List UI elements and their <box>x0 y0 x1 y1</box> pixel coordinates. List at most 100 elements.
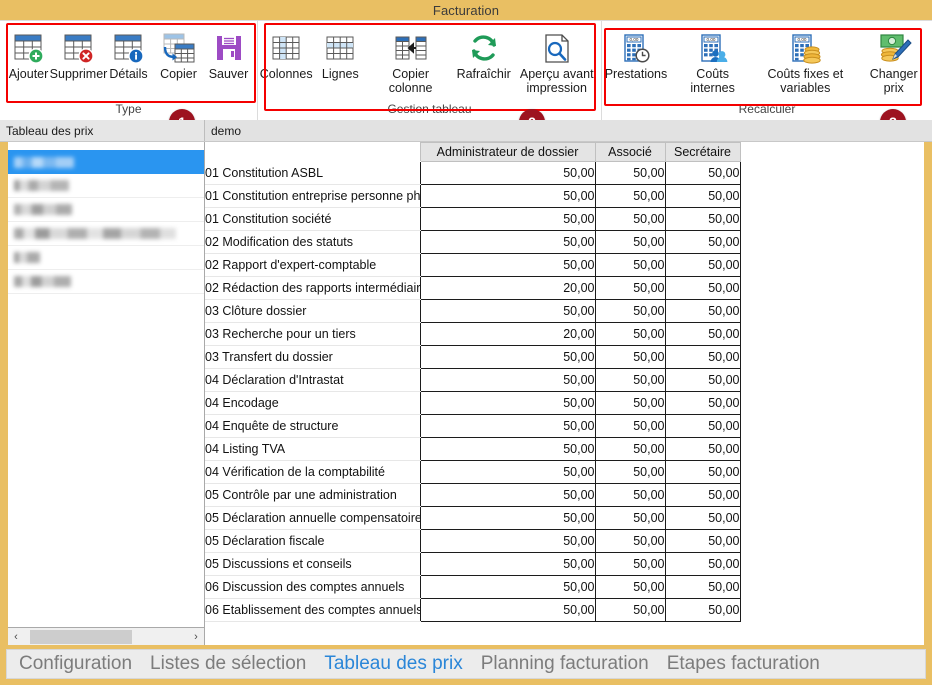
table-row[interactable]: 05 Déclaration fiscale 50,00 50,00 50,00 <box>205 529 741 553</box>
cell-value[interactable]: 50,00 <box>664 368 741 392</box>
ribbon-button-supprimer[interactable]: Supprimer <box>50 27 107 81</box>
cell-value[interactable]: 50,00 <box>664 345 741 369</box>
cell-value[interactable]: 50,00 <box>419 391 596 415</box>
cell-value[interactable]: 50,00 <box>594 368 666 392</box>
list-item[interactable] <box>8 222 204 246</box>
cell-name[interactable]: 02 Modification des statuts <box>205 230 420 254</box>
cell-name[interactable]: 06 Discussion des comptes annuels <box>205 575 420 599</box>
cell-name[interactable]: 01 Constitution société <box>205 207 420 231</box>
table-row[interactable]: 03 Clôture dossier 50,00 50,00 50,00 <box>205 299 741 323</box>
cell-value[interactable]: 50,00 <box>594 161 666 185</box>
price-table-list[interactable] <box>8 142 204 627</box>
table-row[interactable]: 02 Modification des statuts 50,00 50,00 50,… <box>205 230 741 254</box>
cell-value[interactable]: 50,00 <box>594 345 666 369</box>
list-item[interactable] <box>8 246 204 270</box>
cell-value[interactable]: 50,00 <box>419 253 596 277</box>
cell-value[interactable]: 50,00 <box>594 483 666 507</box>
cell-value[interactable]: 50,00 <box>664 529 741 553</box>
table-row[interactable]: 04 Encodage 50,00 50,00 50,00 <box>205 391 741 415</box>
table-row[interactable]: 03 Recherche pour un tiers 20,00 50,00 50,0… <box>205 322 741 346</box>
scroll-right-arrow-icon[interactable]: › <box>188 629 204 645</box>
cell-value[interactable]: 50,00 <box>594 414 666 438</box>
cell-value[interactable]: 20,00 <box>419 322 596 346</box>
list-item[interactable] <box>8 150 204 174</box>
cell-value[interactable]: 50,00 <box>664 161 741 185</box>
scrollbar-track[interactable] <box>24 628 188 645</box>
cell-value[interactable]: 50,00 <box>419 529 596 553</box>
table-row[interactable]: 05 Discussions et conseils 50,00 50,00 50,0… <box>205 552 741 576</box>
list-item[interactable] <box>8 270 204 294</box>
cell-name[interactable]: 03 Transfert du dossier <box>205 345 420 369</box>
cell-value[interactable]: 50,00 <box>664 414 741 438</box>
table-row[interactable]: 04 Listing TVA 50,00 50,00 50,00 <box>205 437 741 461</box>
cell-value[interactable]: 50,00 <box>419 184 596 208</box>
cell-name[interactable]: 04 Enquête de structure <box>205 414 420 438</box>
tab-etapes-facturation[interactable]: Etapes facturation <box>667 651 820 677</box>
cell-value[interactable]: 50,00 <box>594 437 666 461</box>
ribbon-button-copier[interactable]: Copier <box>154 27 204 81</box>
cell-value[interactable]: 50,00 <box>664 483 741 507</box>
cell-value[interactable]: 50,00 <box>419 368 596 392</box>
ribbon-button-sauver[interactable]: Sauver <box>204 27 254 81</box>
ribbon-button-couts-fixes-variables[interactable]: 0,00 Coûts fixes et variables <box>755 27 855 95</box>
cell-name[interactable]: 06 Etablissement des comptes annuels, <box>205 598 420 622</box>
table-row[interactable]: 02 Rapport d'expert-comptable 50,00 50,00 5… <box>205 253 741 277</box>
cell-value[interactable]: 50,00 <box>664 552 741 576</box>
horizontal-scrollbar[interactable]: ‹ › <box>8 627 204 645</box>
cell-value[interactable]: 50,00 <box>664 460 741 484</box>
cell-value[interactable]: 50,00 <box>594 184 666 208</box>
cell-value[interactable]: 50,00 <box>664 276 741 300</box>
cell-value[interactable]: 50,00 <box>664 575 741 599</box>
cell-value[interactable]: 50,00 <box>664 230 741 254</box>
cell-name[interactable]: 02 Rapport d'expert-comptable <box>205 253 420 277</box>
cell-value[interactable]: 50,00 <box>594 552 666 576</box>
table-row[interactable]: 05 Contrôle par une administration 50,00 5… <box>205 483 741 507</box>
cell-value[interactable]: 50,00 <box>419 575 596 599</box>
table-row[interactable]: 04 Enquête de structure 50,00 50,00 50,00 <box>205 414 741 438</box>
cell-value[interactable]: 50,00 <box>419 552 596 576</box>
cell-name[interactable]: 04 Encodage <box>205 391 420 415</box>
cell-name[interactable]: 05 Déclaration annuelle compensatoire <box>205 506 420 530</box>
list-item[interactable] <box>8 198 204 222</box>
cell-name[interactable]: 03 Recherche pour un tiers <box>205 322 420 346</box>
cell-value[interactable]: 50,00 <box>594 529 666 553</box>
cell-value[interactable]: 50,00 <box>419 161 596 185</box>
tab-configuration[interactable]: Configuration <box>19 651 132 677</box>
cell-name[interactable]: 04 Listing TVA <box>205 437 420 461</box>
cell-value[interactable]: 50,00 <box>419 345 596 369</box>
cell-value[interactable]: 50,00 <box>594 598 666 622</box>
table-row[interactable]: 01 Constitution ASBL 50,00 50,00 50,00 <box>205 161 741 185</box>
cell-value[interactable]: 50,00 <box>664 391 741 415</box>
cell-value[interactable]: 50,00 <box>594 276 666 300</box>
cell-value[interactable]: 50,00 <box>594 460 666 484</box>
cell-name[interactable]: 01 Constitution ASBL <box>205 161 420 185</box>
cell-value[interactable]: 50,00 <box>419 598 596 622</box>
table-row[interactable]: 03 Transfert du dossier 50,00 50,00 50,00 <box>205 345 741 369</box>
tab-tableau-des-prix[interactable]: Tableau des prix <box>324 651 462 677</box>
grid-header-secretaire[interactable]: Secrétaire <box>664 142 741 162</box>
table-row[interactable]: 06 Etablissement des comptes annuels, 50… <box>205 598 741 622</box>
table-row[interactable]: 02 Rédaction des rapports intermédiaire 2… <box>205 276 741 300</box>
cell-name[interactable]: 05 Contrôle par une administration <box>205 483 420 507</box>
tab-listes-de-s-lection[interactable]: Listes de sélection <box>150 651 306 677</box>
ribbon-button-couts-internes[interactable]: 0,00 Coûts internes <box>670 27 755 95</box>
cell-value[interactable]: 50,00 <box>419 437 596 461</box>
scrollbar-thumb[interactable] <box>30 629 132 644</box>
cell-value[interactable]: 50,00 <box>594 253 666 277</box>
cell-value[interactable]: 50,00 <box>664 184 741 208</box>
ribbon-button-apercu-avant-impression[interactable]: Aperçu avant impression <box>512 27 601 95</box>
grid-header-administrateur[interactable]: Administrateur de dossier <box>419 142 596 162</box>
cell-value[interactable]: 50,00 <box>664 207 741 231</box>
table-row[interactable]: 01 Constitution entreprise personne phy 5… <box>205 184 741 208</box>
ribbon-button-ajouter[interactable]: Ajouter <box>4 27 54 81</box>
ribbon-button-lignes[interactable]: Lignes <box>314 27 366 81</box>
cell-name[interactable]: 04 Vérification de la comptabilité <box>205 460 420 484</box>
cell-value[interactable]: 50,00 <box>594 391 666 415</box>
table-row[interactable]: 01 Constitution société 50,00 50,00 50,00 <box>205 207 741 231</box>
table-row[interactable]: 05 Déclaration annuelle compensatoire 50,… <box>205 506 741 530</box>
cell-value[interactable]: 50,00 <box>664 299 741 323</box>
ribbon-button-details[interactable]: Détails <box>104 27 154 81</box>
grid-header-associe[interactable]: Associé <box>594 142 666 162</box>
ribbon-button-changer-prix[interactable]: Changer prix <box>855 27 932 95</box>
cell-name[interactable]: 04 Déclaration d'Intrastat <box>205 368 420 392</box>
